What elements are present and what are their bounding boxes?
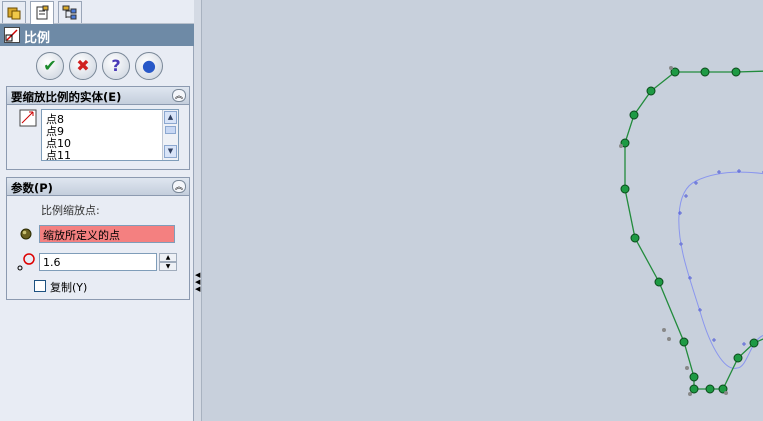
sketch-point[interactable] <box>646 86 656 96</box>
property-manager-panel: 比例 ✔ ✖ ? ● 要缩放比例的实体(E) ︽ 点8 点9 点10 点11 ▲… <box>0 0 194 421</box>
x-icon: ✖ <box>76 56 90 75</box>
panel-title-bar: 比例 <box>0 24 194 46</box>
scroll-down-icon[interactable]: ▼ <box>164 145 177 158</box>
panel-splitter[interactable]: ◀ ◀ ◀ <box>194 0 202 421</box>
copy-label: 复制(Y) <box>50 281 88 294</box>
tab-configuration-manager[interactable] <box>58 1 82 23</box>
help-button[interactable]: ? <box>102 52 130 80</box>
outer-tooth-profile <box>624 70 763 390</box>
configuration-icon <box>62 5 77 20</box>
panel-title: 比例 <box>24 31 51 46</box>
scale-factor-icon <box>17 253 35 271</box>
question-icon: ? <box>111 56 121 75</box>
manager-tabs <box>0 0 194 24</box>
feature-tree-icon <box>7 7 21 20</box>
collapse-icon[interactable]: ︽ <box>172 89 186 102</box>
parameters-group: 参数(P) ︽ 比例缩放点: 缩放所定义的点 ▲ ▼ 复制(Y) <box>6 177 190 300</box>
sketch-entity-icon <box>19 109 37 127</box>
splitter-grip-icon: ◀ ◀ ◀ <box>195 271 201 293</box>
sketch-canvas[interactable] <box>202 0 763 421</box>
sketch-point[interactable] <box>620 184 630 194</box>
property-sheet-icon <box>36 5 49 20</box>
list-scrollbar[interactable]: ▲ ▼ <box>162 110 178 160</box>
inner-tooth-profile <box>678 171 763 369</box>
spin-down-icon[interactable]: ▼ <box>159 262 177 271</box>
graphics-area[interactable] <box>202 0 763 421</box>
sketch-point[interactable] <box>749 338 759 348</box>
parameters-group-title: 参数(P) <box>11 181 53 195</box>
point-icon <box>20 228 32 240</box>
entities-list[interactable]: 点8 点9 点10 点11 ▲ ▼ <box>41 109 179 161</box>
scale-feature-icon <box>4 27 20 43</box>
sketch-points[interactable] <box>620 67 763 394</box>
sketch-point[interactable] <box>689 372 699 382</box>
spline-handles <box>619 66 728 396</box>
ok-button[interactable]: ✔ <box>36 52 64 80</box>
pushpin-icon: ● <box>142 56 156 75</box>
scroll-up-icon[interactable]: ▲ <box>164 111 177 124</box>
sketch-point[interactable] <box>629 110 639 120</box>
list-item[interactable]: 点11 <box>46 147 71 160</box>
spin-up-icon[interactable]: ▲ <box>159 253 177 262</box>
sketch-point[interactable] <box>731 67 741 77</box>
sketch-point[interactable] <box>689 384 699 394</box>
parameters-group-header[interactable]: 参数(P) ︽ <box>7 178 189 196</box>
entities-group-header[interactable]: 要缩放比例的实体(E) ︽ <box>7 87 189 105</box>
scale-point-field[interactable]: 缩放所定义的点 <box>39 225 175 243</box>
inner-profile-markers <box>678 169 763 346</box>
scale-factor-spinner[interactable]: ▲ ▼ <box>159 253 177 271</box>
tab-feature-manager[interactable] <box>2 1 26 23</box>
sketch-point[interactable] <box>630 233 640 243</box>
collapse-icon[interactable]: ︽ <box>172 180 186 193</box>
sketch-point[interactable] <box>654 277 664 287</box>
tab-property-manager[interactable] <box>30 1 54 24</box>
scale-factor-input[interactable] <box>39 253 157 271</box>
copy-checkbox[interactable] <box>34 280 46 292</box>
check-icon: ✔ <box>43 56 57 75</box>
sketch-point[interactable] <box>700 67 710 77</box>
scroll-thumb[interactable] <box>165 126 176 134</box>
sketch-point[interactable] <box>679 337 689 347</box>
sketch-point[interactable] <box>705 384 715 394</box>
sketch-point[interactable] <box>733 353 743 363</box>
detail-preview-button[interactable]: ● <box>135 52 163 80</box>
entities-to-scale-group: 要缩放比例的实体(E) ︽ 点8 点9 点10 点11 ▲ ▼ <box>6 86 190 170</box>
entities-group-title: 要缩放比例的实体(E) <box>11 90 122 104</box>
cancel-button[interactable]: ✖ <box>69 52 97 80</box>
scale-point-label: 比例缩放点: <box>41 204 100 217</box>
